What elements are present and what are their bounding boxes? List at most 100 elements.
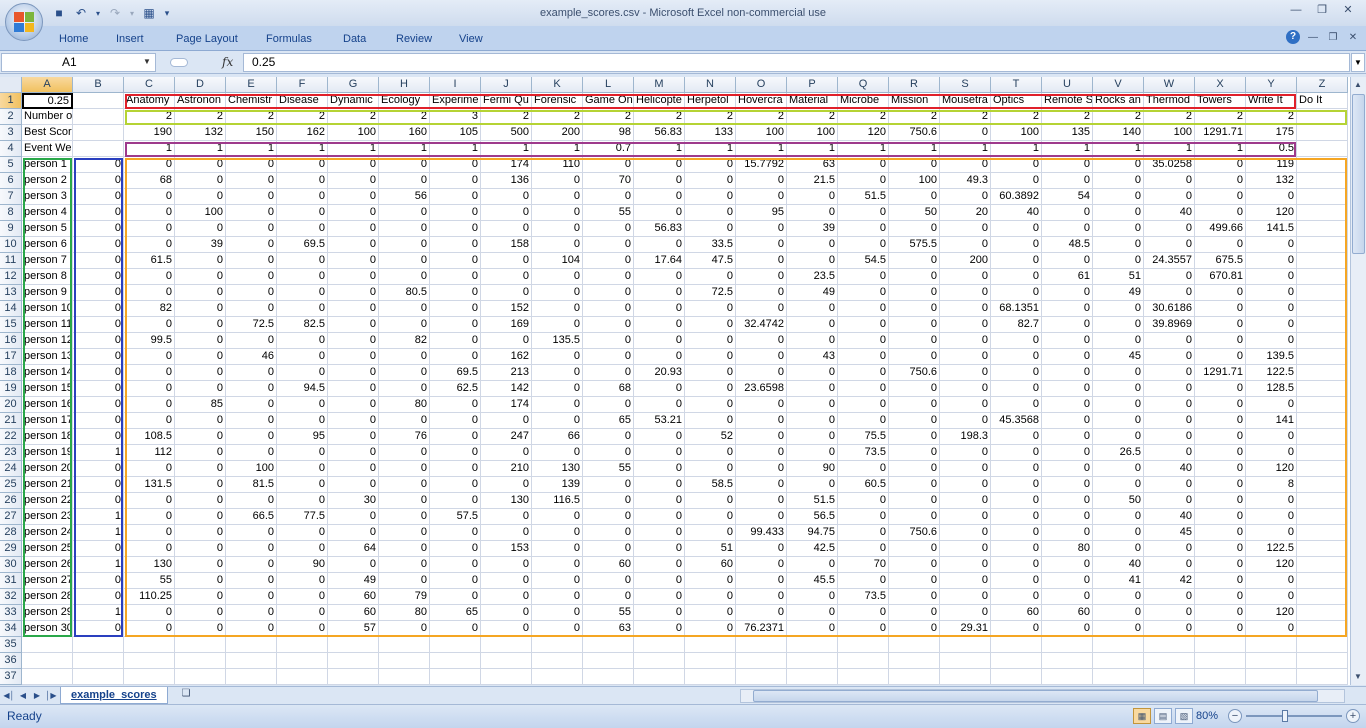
cell-h4[interactable]: 1 [379,141,430,157]
cell-g25[interactable]: 0 [328,477,379,493]
cell-o20[interactable]: 0 [736,397,787,413]
cell-x18[interactable]: 1291.71 [1195,365,1246,381]
cell-z37[interactable] [1297,669,1348,685]
cell-r2[interactable]: 2 [889,109,940,125]
cell-o9[interactable]: 0 [736,221,787,237]
cell-q4[interactable]: 1 [838,141,889,157]
cell-q11[interactable]: 54.5 [838,253,889,269]
cell-h37[interactable] [379,669,430,685]
cell-m5[interactable]: 0 [634,157,685,173]
tab-page-layout[interactable]: Page Layout [176,33,238,45]
cell-u17[interactable]: 0 [1042,349,1093,365]
cell-c18[interactable]: 0 [124,365,175,381]
cell-s4[interactable]: 1 [940,141,991,157]
cell-y8[interactable]: 120 [1246,205,1297,221]
cell-r31[interactable]: 0 [889,573,940,589]
cell-i19[interactable]: 62.5 [430,381,481,397]
cell-x20[interactable]: 0 [1195,397,1246,413]
cell-b28[interactable]: 1 [73,525,124,541]
cell-p6[interactable]: 21.5 [787,173,838,189]
cell-d1[interactable]: Astronon [175,93,226,109]
cell-b21[interactable]: 0 [73,413,124,429]
row-header-34[interactable]: 34 [0,621,22,637]
cell-o2[interactable]: 2 [736,109,787,125]
cell-d27[interactable]: 0 [175,509,226,525]
cell-l8[interactable]: 55 [583,205,634,221]
cell-p9[interactable]: 39 [787,221,838,237]
cell-i2[interactable]: 3 [430,109,481,125]
cell-c15[interactable]: 0 [124,317,175,333]
cell-o12[interactable]: 0 [736,269,787,285]
cell-m20[interactable]: 0 [634,397,685,413]
cell-v6[interactable]: 0 [1093,173,1144,189]
cell-y14[interactable]: 0 [1246,301,1297,317]
cell-a36[interactable] [22,653,73,669]
cell-e16[interactable]: 0 [226,333,277,349]
cell-y32[interactable]: 0 [1246,589,1297,605]
cell-n37[interactable] [685,669,736,685]
cell-e27[interactable]: 66.5 [226,509,277,525]
cell-g27[interactable]: 0 [328,509,379,525]
column-header-r[interactable]: R [889,77,940,93]
cell-j2[interactable]: 2 [481,109,532,125]
cell-h24[interactable]: 0 [379,461,430,477]
cell-n25[interactable]: 58.5 [685,477,736,493]
next-sheet-icon[interactable]: ▶ [31,689,43,702]
cell-i27[interactable]: 57.5 [430,509,481,525]
cell-i31[interactable]: 0 [430,573,481,589]
cell-x1[interactable]: Towers [1195,93,1246,109]
cell-l10[interactable]: 0 [583,237,634,253]
cell-s36[interactable] [940,653,991,669]
cell-o21[interactable]: 0 [736,413,787,429]
cell-u32[interactable]: 0 [1042,589,1093,605]
cell-r16[interactable]: 0 [889,333,940,349]
cell-l12[interactable]: 0 [583,269,634,285]
cell-o29[interactable]: 0 [736,541,787,557]
cell-e9[interactable]: 0 [226,221,277,237]
cell-v37[interactable] [1093,669,1144,685]
cell-r4[interactable]: 1 [889,141,940,157]
cell-j32[interactable]: 0 [481,589,532,605]
column-header-z[interactable]: Z [1297,77,1348,93]
cell-q28[interactable]: 0 [838,525,889,541]
cell-w15[interactable]: 39.8969 [1144,317,1195,333]
cell-t31[interactable]: 0 [991,573,1042,589]
cell-z29[interactable] [1297,541,1348,557]
row-header-30[interactable]: 30 [0,557,22,573]
cell-c28[interactable]: 0 [124,525,175,541]
cell-w28[interactable]: 45 [1144,525,1195,541]
row-header-35[interactable]: 35 [0,637,22,653]
cell-y16[interactable]: 0 [1246,333,1297,349]
cell-e1[interactable]: Chemistr [226,93,277,109]
cell-c11[interactable]: 61.5 [124,253,175,269]
cell-t17[interactable]: 0 [991,349,1042,365]
cell-o28[interactable]: 99.433 [736,525,787,541]
cell-x22[interactable]: 0 [1195,429,1246,445]
cell-z26[interactable] [1297,493,1348,509]
cell-s34[interactable]: 29.31 [940,621,991,637]
cell-i12[interactable]: 0 [430,269,481,285]
cell-d29[interactable]: 0 [175,541,226,557]
row-header-6[interactable]: 6 [0,173,22,189]
cell-v21[interactable]: 0 [1093,413,1144,429]
cell-l34[interactable]: 63 [583,621,634,637]
cell-i15[interactable]: 0 [430,317,481,333]
tab-insert[interactable]: Insert [116,33,144,45]
column-header-s[interactable]: S [940,77,991,93]
cell-s22[interactable]: 198.3 [940,429,991,445]
cell-d21[interactable]: 0 [175,413,226,429]
cell-k30[interactable]: 0 [532,557,583,573]
cell-x16[interactable]: 0 [1195,333,1246,349]
cell-k3[interactable]: 200 [532,125,583,141]
cell-p34[interactable]: 0 [787,621,838,637]
cell-k27[interactable]: 0 [532,509,583,525]
close-button[interactable]: ✕ [1336,2,1360,18]
row-header-36[interactable]: 36 [0,653,22,669]
cell-l4[interactable]: 0.7 [583,141,634,157]
cell-b32[interactable]: 0 [73,589,124,605]
cell-u5[interactable]: 0 [1042,157,1093,173]
cell-w12[interactable]: 0 [1144,269,1195,285]
cell-j35[interactable] [481,637,532,653]
cell-l21[interactable]: 65 [583,413,634,429]
page-break-view-button[interactable]: ▧ [1175,708,1193,724]
